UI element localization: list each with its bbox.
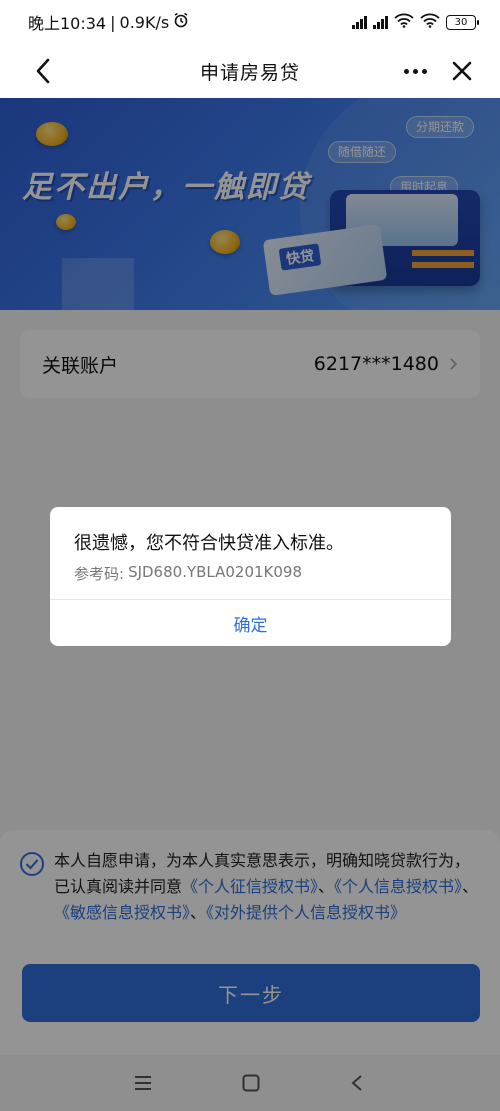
- battery-level: 30: [454, 16, 468, 28]
- battery-icon: 30: [446, 14, 479, 30]
- status-bar: 晚上10:34 | 0.9K/s 30: [0, 0, 500, 44]
- alert-dialog: 很遗憾，您不符合快贷准入标准。 参考码: SJD680.YBLA0201K098…: [50, 507, 451, 646]
- more-dot: [421, 68, 427, 74]
- status-separator: |: [110, 12, 116, 32]
- more-dot: [412, 68, 418, 74]
- reference-label: 参考码:: [74, 565, 125, 583]
- close-icon: [452, 61, 472, 81]
- chevron-left-icon: [36, 58, 50, 84]
- signal-icon: [352, 15, 367, 29]
- dialog-message: 很遗憾，您不符合快贷准入标准。: [74, 533, 344, 554]
- dialog-reference: 参考码: SJD680.YBLA0201K098: [74, 563, 302, 584]
- confirm-button[interactable]: 确定: [50, 600, 451, 646]
- nav-bar: 申请房易贷: [0, 44, 500, 98]
- status-right: 30: [352, 13, 479, 31]
- wifi-icon: [394, 13, 414, 31]
- page-title: 申请房易贷: [199, 61, 300, 84]
- status-time: 晚上10:34: [28, 14, 107, 33]
- close-button[interactable]: [448, 56, 476, 86]
- signal-icon-2: [373, 15, 388, 29]
- more-dot: [403, 68, 409, 74]
- more-button[interactable]: [398, 56, 432, 86]
- wifi-icon-2: [420, 13, 440, 31]
- reference-code: SJD680.YBLA0201K098: [128, 563, 303, 581]
- back-button[interactable]: [30, 56, 56, 86]
- alarm-icon: [173, 12, 189, 32]
- status-left: 晚上10:34 | 0.9K/s: [28, 10, 189, 34]
- network-speed: 0.9K/s: [119, 12, 170, 32]
